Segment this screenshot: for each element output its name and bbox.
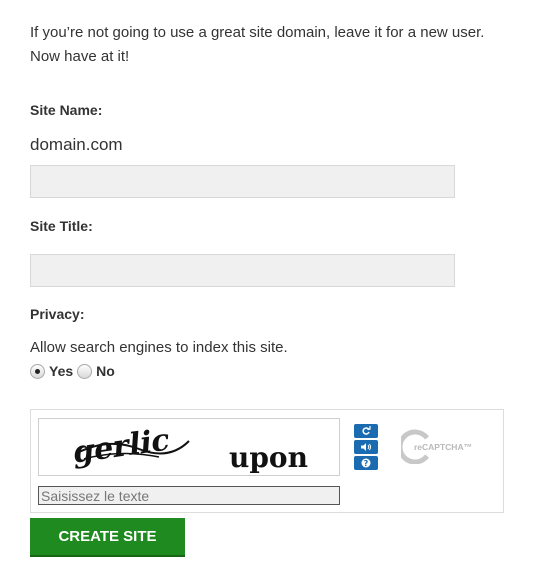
privacy-yes-label[interactable]: Yes xyxy=(49,363,73,379)
captcha-audio-button[interactable] xyxy=(354,440,378,454)
privacy-hint: Allow search engines to index this site. xyxy=(30,339,288,356)
intro-line-2: Now have at it! xyxy=(30,48,130,65)
svg-text:?: ? xyxy=(364,459,369,468)
audio-icon xyxy=(361,443,371,451)
captcha-response-input[interactable] xyxy=(38,486,340,505)
captcha-distorted-word: gerlic xyxy=(72,422,170,471)
intro-line-1: If you’re not going to use a great site … xyxy=(30,24,485,41)
refresh-icon xyxy=(362,426,371,435)
site-title-input[interactable] xyxy=(30,254,455,287)
help-icon: ? xyxy=(361,458,371,468)
captcha-image: gerlic upon xyxy=(38,418,340,476)
captcha-distorted-text: gerlic upon xyxy=(72,422,308,474)
intro-text: If you’re not going to use a great site … xyxy=(30,21,510,69)
privacy-label: Privacy: xyxy=(30,306,85,322)
site-name-label: Site Name: xyxy=(30,102,103,118)
privacy-radio-group: Yes No xyxy=(30,363,119,379)
domain-suffix: domain.com xyxy=(30,135,123,154)
create-site-button[interactable]: CREATE SITE xyxy=(30,518,185,557)
privacy-no-label[interactable]: No xyxy=(96,363,115,379)
recaptcha-logo-icon: reCAPTCHA™ xyxy=(397,429,472,465)
captcha-word: upon xyxy=(229,441,308,474)
privacy-no-radio[interactable] xyxy=(77,363,93,379)
captcha-help-button[interactable]: ? xyxy=(354,456,378,470)
recaptcha-logo-text: reCAPTCHA™ xyxy=(414,442,472,452)
site-title-label: Site Title: xyxy=(30,218,93,234)
recaptcha-logo: reCAPTCHA™ xyxy=(397,428,481,465)
captcha-refresh-button[interactable] xyxy=(354,424,378,438)
privacy-yes-radio[interactable] xyxy=(30,363,45,379)
site-name-input[interactable] xyxy=(30,165,455,198)
